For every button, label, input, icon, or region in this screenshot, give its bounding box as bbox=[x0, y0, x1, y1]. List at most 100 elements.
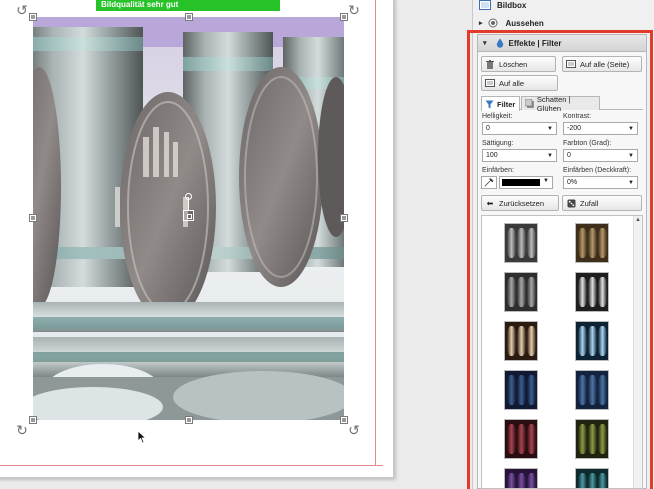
rotate-handle-top-left-icon[interactable]: ↺ bbox=[14, 2, 30, 18]
preset-barrel-shape bbox=[598, 424, 607, 454]
presets-scrollbar[interactable]: ▲ bbox=[633, 216, 642, 488]
undo-arrow-icon: ⬅ bbox=[486, 198, 494, 208]
preset-barrel-shape bbox=[517, 424, 526, 454]
tint-color-picker[interactable]: ▼ bbox=[499, 176, 553, 189]
filter-preset-original[interactable] bbox=[504, 223, 538, 263]
resize-handle-bottom-left[interactable] bbox=[29, 416, 37, 424]
dropdown-caret-icon: ▼ bbox=[547, 126, 553, 132]
hue-label: Farbton (Grad): bbox=[563, 140, 612, 147]
filter-preset-grayscale[interactable] bbox=[504, 272, 538, 312]
effects-title: Effekte | Filter bbox=[508, 38, 562, 48]
document-canvas[interactable]: Bildqualität sehr gut ↺ ↻ ↻ ↺ bbox=[0, 0, 468, 489]
mouse-pointer-icon bbox=[137, 430, 147, 444]
reset-label: Zurücksetzen bbox=[499, 198, 545, 208]
brightness-label: Helligkeit: bbox=[482, 113, 513, 120]
rotate-handle-bottom-right-icon[interactable]: ↺ bbox=[346, 422, 362, 438]
saturation-value: 100 bbox=[486, 152, 498, 159]
eyedropper-button[interactable] bbox=[481, 176, 497, 189]
filter-preset-olive[interactable] bbox=[575, 419, 609, 459]
preset-barrel-shape bbox=[527, 277, 536, 307]
preset-barrel-shape bbox=[578, 326, 587, 356]
preset-barrel-shape bbox=[507, 228, 516, 258]
filter-preset-red[interactable] bbox=[504, 419, 538, 459]
reset-button[interactable]: ⬅ Zurücksetzen bbox=[481, 195, 559, 211]
funnel-icon bbox=[485, 100, 494, 108]
resize-handle-top-left[interactable] bbox=[29, 13, 37, 21]
aussehen-label: Aussehen bbox=[505, 18, 544, 28]
dice-icon bbox=[566, 198, 576, 208]
rotation-pivot-line bbox=[188, 197, 189, 211]
effects-header[interactable]: ▾ Effekte | Filter bbox=[478, 35, 646, 52]
resize-handle-top[interactable] bbox=[185, 13, 193, 21]
droplet-icon bbox=[496, 38, 503, 48]
preset-barrel-shape bbox=[578, 277, 587, 307]
eyedropper-icon bbox=[484, 178, 494, 187]
preset-barrel-shape bbox=[507, 473, 516, 488]
preset-barrel-shape bbox=[578, 228, 587, 258]
effects-tabs: Filter Schatten | Glühen bbox=[481, 95, 643, 113]
brightness-select[interactable]: 0 ▼ bbox=[482, 122, 557, 135]
bildbox-label: Bildbox bbox=[497, 0, 527, 10]
hue-select[interactable]: 0 ▼ bbox=[563, 149, 638, 162]
filter-preset-navy[interactable] bbox=[504, 370, 538, 410]
filter-preset-high-contrast[interactable] bbox=[575, 272, 609, 312]
preset-barrel-shape bbox=[598, 326, 607, 356]
preset-barrel-shape bbox=[588, 326, 597, 356]
preset-barrel-shape bbox=[517, 228, 526, 258]
saturation-select[interactable]: 100 ▼ bbox=[482, 149, 557, 162]
image-box-icon bbox=[479, 0, 491, 10]
apply-all-icon bbox=[485, 78, 495, 88]
filter-preset-sepia[interactable] bbox=[575, 223, 609, 263]
tint-opacity-label: Einfärben (Deckkraft): bbox=[563, 167, 632, 174]
apply-all-page-label: Auf alle (Seite) bbox=[580, 59, 630, 69]
filter-preset-warm[interactable] bbox=[504, 321, 538, 361]
resize-handle-right[interactable] bbox=[340, 214, 348, 222]
preset-barrel-shape bbox=[527, 326, 536, 356]
filter-preset-cool-invert[interactable] bbox=[575, 321, 609, 361]
effects-filter-section: ▾ Effekte | Filter Löschen Auf alle (Sei… bbox=[477, 34, 647, 489]
filter-preset-teal[interactable] bbox=[575, 468, 609, 488]
rotate-handle-bottom-left-icon[interactable]: ↻ bbox=[14, 422, 30, 438]
dropdown-caret-icon: ▼ bbox=[547, 153, 553, 159]
dropdown-caret-icon: ▼ bbox=[628, 153, 634, 159]
tab-filter[interactable]: Filter bbox=[481, 96, 520, 111]
rotate-handle-top-right-icon[interactable]: ↻ bbox=[346, 2, 362, 18]
accordion-aussehen[interactable]: ▸ Aussehen bbox=[479, 16, 649, 30]
preset-barrel-shape bbox=[578, 424, 587, 454]
filter-preset-purple[interactable] bbox=[504, 468, 538, 488]
preset-barrel-shape bbox=[527, 375, 536, 405]
crop-center-icon[interactable] bbox=[183, 210, 194, 221]
image-quality-banner: Bildqualität sehr gut bbox=[96, 0, 280, 11]
accordion-bildbox[interactable]: Bildbox bbox=[479, 0, 649, 12]
delete-effects-button[interactable]: Löschen bbox=[481, 56, 556, 72]
dropdown-caret-icon: ▼ bbox=[628, 126, 634, 132]
preset-barrel-shape bbox=[598, 375, 607, 405]
trash-icon bbox=[485, 59, 495, 69]
preset-barrel-shape bbox=[507, 375, 516, 405]
apply-all-button[interactable]: Auf alle bbox=[481, 75, 558, 91]
tint-opacity-select[interactable]: 0% ▼ bbox=[563, 176, 638, 189]
hue-value: 0 bbox=[567, 152, 571, 159]
page-margin-guide-bottom bbox=[0, 465, 383, 466]
dropdown-caret-icon: ▼ bbox=[543, 178, 549, 184]
random-button[interactable]: Zufall bbox=[562, 195, 642, 211]
preset-barrel-shape bbox=[507, 424, 516, 454]
preset-barrel-shape bbox=[507, 277, 516, 307]
filter-preset-blue[interactable] bbox=[575, 370, 609, 410]
preset-barrel-shape bbox=[578, 375, 587, 405]
contrast-label: Kontrast: bbox=[563, 113, 592, 120]
tint-label: Einfärben: bbox=[482, 167, 514, 174]
brightness-value: 0 bbox=[486, 125, 490, 132]
resize-handle-left[interactable] bbox=[29, 214, 37, 222]
preset-barrel-shape bbox=[578, 473, 587, 488]
preset-barrel-shape bbox=[527, 228, 536, 258]
tab-shadow-glow[interactable]: Schatten | Glühen bbox=[521, 95, 600, 113]
appearance-icon bbox=[488, 18, 498, 28]
delete-effects-label: Löschen bbox=[499, 59, 528, 69]
preset-barrel-shape bbox=[588, 228, 597, 258]
apply-all-page-button[interactable]: Auf alle (Seite) bbox=[562, 56, 642, 72]
scroll-up-icon[interactable]: ▲ bbox=[635, 217, 641, 223]
contrast-select[interactable]: -200 ▼ bbox=[563, 122, 638, 135]
resize-handle-bottom[interactable] bbox=[185, 416, 193, 424]
preset-barrel-shape bbox=[527, 473, 536, 488]
